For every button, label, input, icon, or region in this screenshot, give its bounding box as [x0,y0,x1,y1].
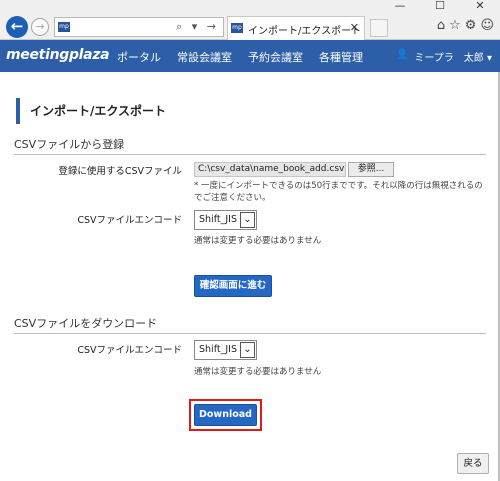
import-encode-select[interactable]: Shift_JIS ⌄ [194,210,257,230]
nav-item-reserved-rooms[interactable]: 予約会議室 [248,49,303,65]
browser-toolbar: ⌂ ☆ ⚙ ☺ [437,18,494,33]
nav-item-management[interactable]: 各種管理 [319,49,363,65]
user-name: ミープラ 太郎 ▾ [414,53,492,64]
main-nav: ポータル 常設会議室 予約会議室 各種管理 [117,49,379,65]
forward-arrow-icon[interactable]: → [31,18,49,36]
main-content: インポート/エクスポート CSVファイルから登録 登録に使用するCSVファイル … [0,72,500,481]
csv-file-label: 登録に使用するCSVファイル [58,166,182,177]
csv-file-input[interactable]: C:\csv_data\name_book_add.csv [194,162,346,177]
download-section-heading: CSVファイルをダウンロード [14,315,486,334]
download-encode-note: 通常は変更する必要はありません [194,367,322,377]
user-icon: 👤 [395,49,409,60]
smiley-feedback-icon[interactable]: ☺ [480,18,494,33]
import-encode-note: 通常は変更する必要はありません [194,236,322,246]
download-button[interactable]: Download [194,404,257,426]
import-limit-note: * 一度にインポートできるのは50行までです。それ以降の行は無視されるのでご注意… [194,181,483,203]
home-icon[interactable]: ⌂ [437,18,445,33]
user-menu[interactable]: 👤 ミープラ 太郎 ▾ [396,49,492,64]
import-encode-value: Shift_JIS [199,214,237,225]
minimize-button[interactable]: — [380,0,420,14]
maximize-button[interactable]: ☐ [420,0,460,14]
close-window-button[interactable]: ✕ [460,0,500,14]
browser-tab[interactable]: mp インポート/エクスポート ✕ [227,16,365,40]
chevron-down-icon: ⌄ [240,212,255,228]
import-encode-label: CSVファイルエンコード [77,215,182,226]
meetingplaza-logo[interactable]: meetingplaza [6,47,110,63]
download-encode-value: Shift_JIS [199,344,237,355]
site-favicon-icon: mp [58,22,70,32]
browse-button[interactable]: 参照... [348,162,394,177]
window-controls: — ☐ ✕ [380,0,500,14]
back-button[interactable]: 戻る [457,453,489,474]
browser-chrome: — ☐ ✕ ← → mp ⌕ ▾ → mp インポート/エクスポート ✕ ⌂ ☆… [0,0,500,40]
address-bar[interactable]: mp ⌕ ▾ → [54,17,224,37]
nav-item-permanent-rooms[interactable]: 常設会議室 [177,49,232,65]
download-encode-label: CSVファイルエンコード [77,345,182,356]
tab-favicon-icon: mp [231,23,243,33]
tab-close-icon[interactable]: ✕ [350,21,359,34]
favorites-star-icon[interactable]: ☆ [449,18,461,33]
address-bar-icons[interactable]: ⌕ ▾ → [176,20,219,34]
back-arrow-icon[interactable]: ← [6,16,28,38]
chevron-down-icon: ⌄ [240,342,255,358]
app-header: meetingplaza ポータル 常設会議室 予約会議室 各種管理 👤 ミープ… [0,40,500,72]
download-encode-select[interactable]: Shift_JIS ⌄ [194,340,257,360]
confirm-screen-button[interactable]: 確認画面に進む [194,275,272,297]
page-title: インポート/エクスポート [16,98,486,124]
settings-gear-icon[interactable]: ⚙ [465,18,477,33]
import-section-heading: CSVファイルから登録 [14,136,486,155]
new-tab-button[interactable] [370,19,388,37]
tab-title: インポート/エクスポート [248,26,362,37]
nav-item-portal[interactable]: ポータル [117,49,161,65]
